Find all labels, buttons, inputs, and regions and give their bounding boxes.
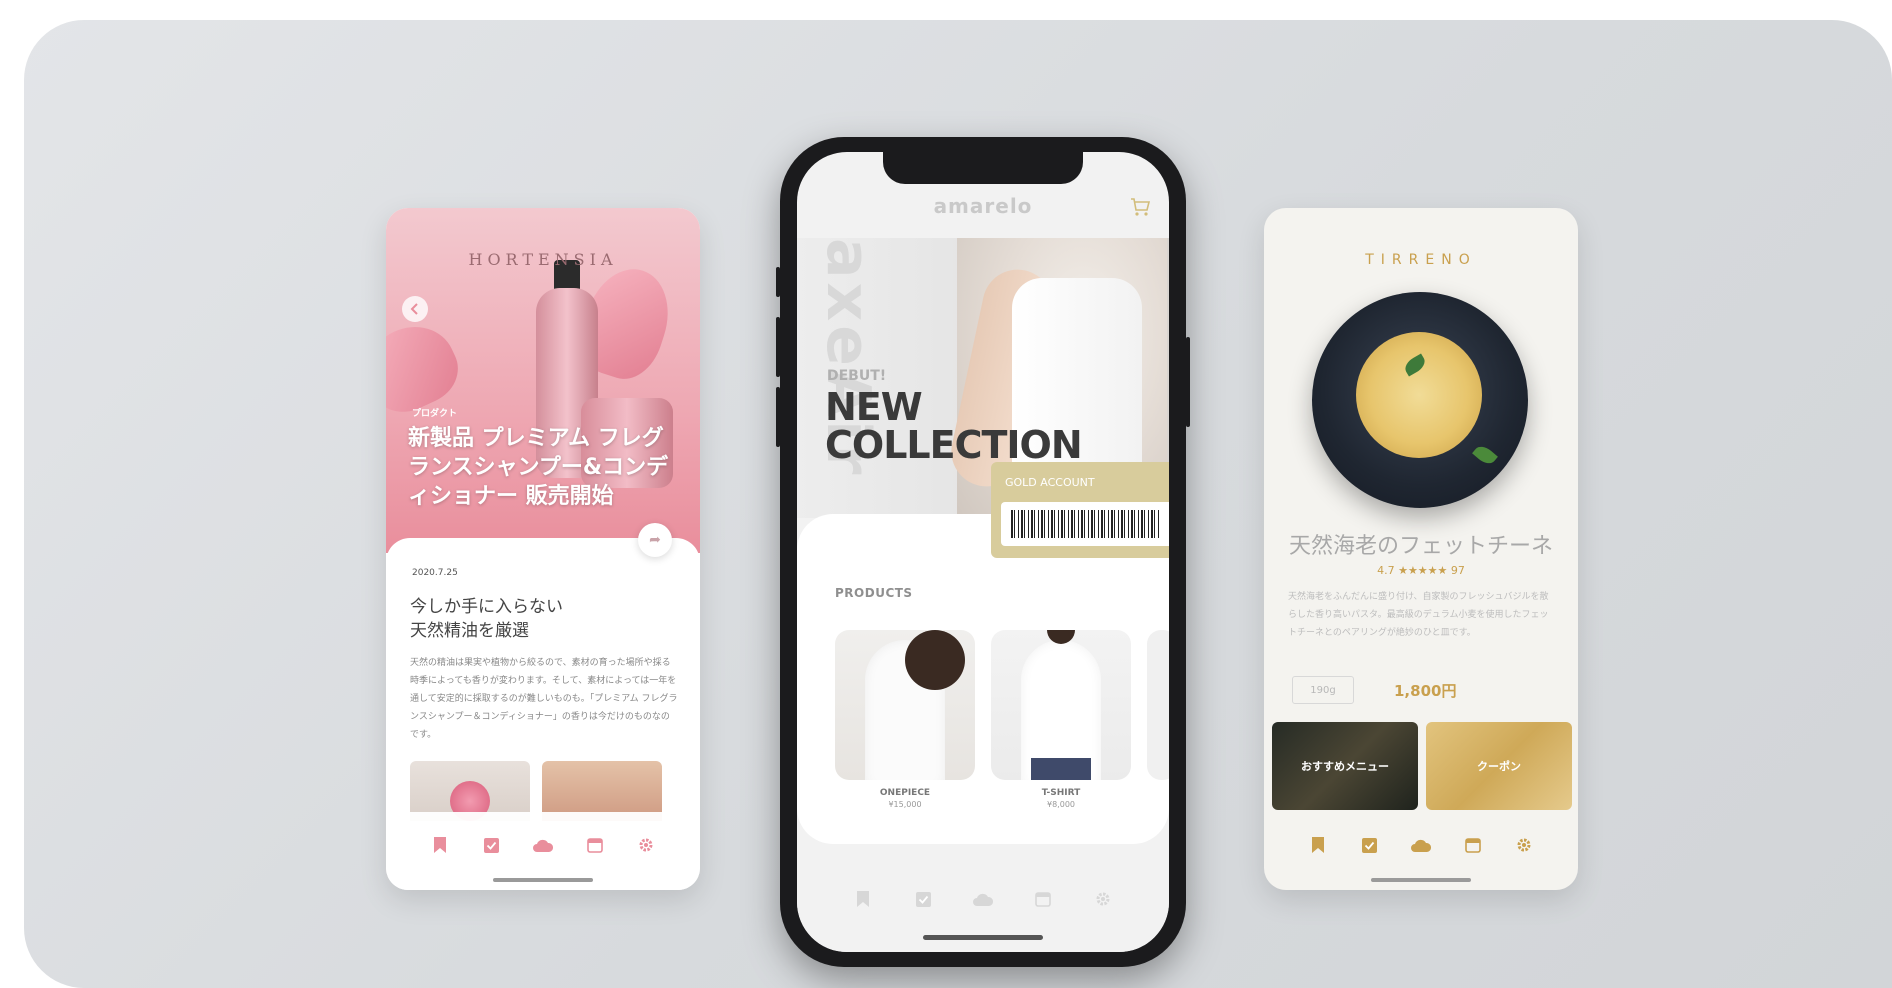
app-logo: amarelo — [933, 194, 1033, 218]
share-button[interactable]: ➦ — [638, 523, 672, 557]
tile-label: おすすめメニュー — [1301, 760, 1389, 773]
cloud-icon — [532, 839, 553, 852]
amarelo-app-screen: axeAir DEBUT! NEW COLLECTION amarelo PRO… — [797, 152, 1169, 952]
bookmark-icon — [1311, 837, 1324, 853]
side-button — [776, 387, 780, 447]
gold-account-label: GOLD ACCOUNT — [1005, 476, 1095, 489]
cloud-icon — [1410, 839, 1431, 852]
tab-bookmark[interactable] — [429, 834, 451, 856]
showcase-background: HORTENSIA プロダクト 新製品 プレミアム フレグランスシャンプー&コン… — [24, 20, 1892, 988]
cart-icon — [1131, 198, 1151, 216]
model-hair-image — [905, 630, 965, 690]
category-label: プロダクト — [412, 409, 458, 419]
article-date: 2020.7.25 — [412, 568, 458, 578]
products-heading: PRODUCTS — [835, 586, 913, 600]
calendar-icon — [1035, 892, 1051, 907]
barcode-lines — [1011, 510, 1159, 538]
tab-settings[interactable] — [635, 834, 657, 856]
home-indicator — [493, 878, 593, 882]
product-name: T-SHIRT — [1041, 788, 1081, 798]
gear-icon — [1096, 892, 1110, 906]
side-button — [776, 317, 780, 377]
article-title-line: 今しか手に入らない — [410, 597, 563, 617]
notch — [883, 152, 1083, 184]
tab-calendar[interactable] — [1032, 888, 1054, 910]
brand-title: HORTENSIA — [468, 250, 618, 269]
product-price: ¥8,000 — [1047, 800, 1075, 809]
checkbox-icon — [915, 891, 931, 907]
tab-bookmark[interactable] — [852, 888, 874, 910]
product-card-next[interactable] — [1147, 630, 1169, 780]
debut-label: DEBUT! — [827, 368, 887, 384]
product-price: ¥15,000 — [888, 800, 922, 809]
article-body: 天然の精油は果実や植物から絞るので、素材の育った場所や採る時季によっても香りが変… — [410, 658, 678, 740]
recommend-menu-tile[interactable]: おすすめメニュー — [1272, 722, 1418, 810]
share-icon: ➦ — [649, 532, 661, 548]
dish-title: 天然海老のフェットチーネ — [1288, 534, 1553, 559]
side-button — [1186, 337, 1190, 427]
brand-title: TIRRENO — [1365, 252, 1477, 268]
checkbox-icon — [483, 837, 499, 853]
cart-button[interactable] — [1129, 196, 1151, 218]
back-button[interactable] — [402, 296, 428, 322]
dish-price: 1,800円 — [1394, 682, 1457, 700]
bookmark-icon — [433, 837, 446, 853]
cloud-icon — [973, 893, 993, 906]
size-selector[interactable]: 190g — [1292, 676, 1354, 704]
headline-line: COLLECTION — [825, 423, 1083, 467]
gear-icon — [639, 838, 653, 852]
coupon-tile[interactable]: クーポン — [1426, 722, 1572, 810]
tab-cloud[interactable] — [1410, 834, 1432, 856]
tirreno-app-screen: TIRRENO 天然海老のフェットチーネ 4.7 ★★★★★ 97 天然海老をふ… — [1264, 208, 1578, 890]
jeans-image — [1031, 758, 1091, 780]
tab-check[interactable] — [480, 834, 502, 856]
tab-calendar[interactable] — [1462, 834, 1484, 856]
gold-account-card[interactable]: GOLD ACCOUNT — [991, 462, 1169, 558]
home-indicator — [1371, 878, 1471, 882]
calendar-icon — [1464, 838, 1481, 853]
dish-description: 天然海老をふんだんに盛り付け、自家製のフレッシュバジルを散らした香り高いパスタ。… — [1288, 592, 1549, 638]
tab-check[interactable] — [1358, 834, 1380, 856]
barcode — [1001, 502, 1169, 546]
arrow-left-icon — [410, 303, 418, 315]
phone-frame: axeAir DEBUT! NEW COLLECTION amarelo PRO… — [776, 137, 1190, 967]
tile-label: クーポン — [1477, 760, 1521, 773]
home-indicator — [923, 935, 1043, 940]
tab-bookmark[interactable] — [1307, 834, 1329, 856]
tab-settings[interactable] — [1513, 834, 1535, 856]
tab-calendar[interactable] — [584, 834, 606, 856]
checkbox-icon — [1361, 837, 1377, 853]
tab-cloud[interactable] — [532, 834, 554, 856]
dish-rating: 4.7 ★★★★★ 97 — [1377, 564, 1465, 577]
side-button — [776, 267, 780, 297]
product-name: ONEPIECE — [879, 788, 931, 798]
hero-headline: 新製品 プレミアム フレグランスシャンプー&コンディショナー 販売開始 — [408, 426, 669, 509]
article-title-line: 天然精油を厳選 — [410, 621, 529, 641]
tab-cloud[interactable] — [972, 888, 994, 910]
products-sheet: PRODUCTS ONEPIECE ¥15,000 T-SHIRT ¥8,000 — [797, 514, 1169, 844]
hero-headline: NEW COLLECTION — [825, 385, 1083, 467]
calendar-icon — [586, 838, 603, 853]
tab-settings[interactable] — [1092, 888, 1114, 910]
pasta-image — [1356, 332, 1482, 458]
product-card-tshirt[interactable] — [991, 630, 1131, 780]
gear-icon — [1517, 838, 1531, 852]
article-title: 今しか手に入らない 天然精油を厳選 — [410, 595, 563, 643]
tab-check[interactable] — [912, 888, 934, 910]
headline-line: NEW — [825, 385, 923, 429]
hortensia-app-screen: HORTENSIA プロダクト 新製品 プレミアム フレグランスシャンプー&コン… — [386, 208, 700, 890]
product-card-onepiece[interactable] — [835, 630, 975, 780]
bookmark-icon — [857, 891, 869, 907]
